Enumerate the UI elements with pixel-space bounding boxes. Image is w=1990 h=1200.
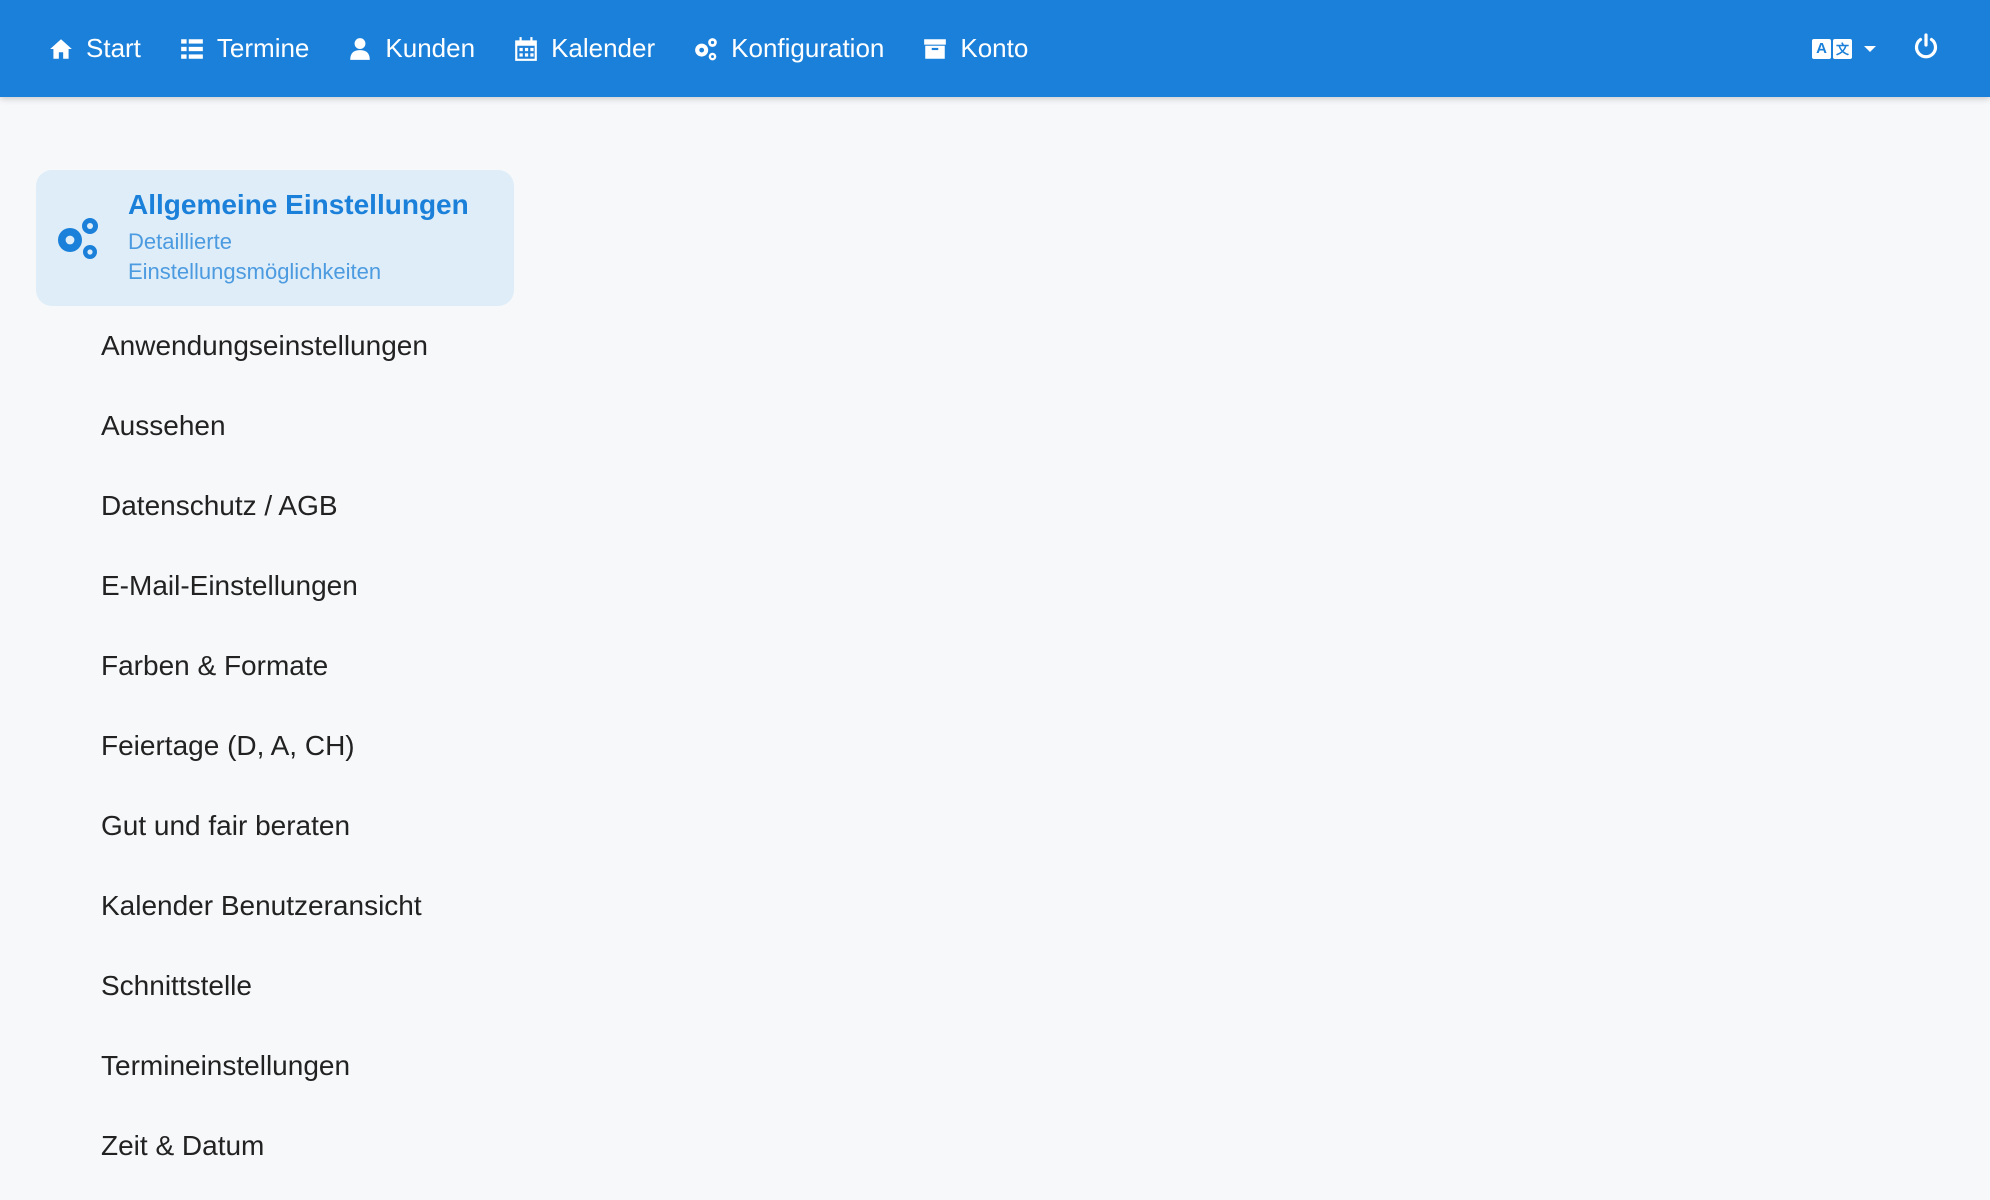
nav-kalender[interactable]: Kalender (511, 33, 655, 64)
sidebar-item-zeit-datum[interactable]: Zeit & Datum (36, 1106, 514, 1186)
active-card-text: Allgemeine Einstellungen Detaillierte Ei… (128, 189, 469, 287)
nav-start[interactable]: Start (46, 33, 141, 64)
nav-kunden-label: Kunden (385, 33, 476, 63)
cogs-icon (54, 214, 102, 262)
active-card-subtitle: Detaillierte Einstellungsmöglichkeiten (128, 229, 382, 284)
nav-konto[interactable]: Konto (920, 33, 1028, 64)
sidebar-item-email-einstellungen[interactable]: E-Mail-Einstellungen (36, 546, 514, 626)
settings-sidebar: Allgemeine Einstellungen Detaillierte Ei… (36, 170, 514, 1186)
sidebar-item-feiertage[interactable]: Feiertage (D, A, CH) (36, 706, 514, 786)
sidebar-item-gut-und-fair-beraten[interactable]: Gut und fair beraten (36, 786, 514, 866)
nav-termine-label: Termine (216, 33, 310, 63)
cogs-icon (691, 34, 721, 64)
language-dropdown[interactable]: A文 (1812, 38, 1876, 60)
nav-konto-label: Konto (960, 33, 1029, 63)
sidebar-item-farben-formate[interactable]: Farben & Formate (36, 626, 514, 706)
logout-button[interactable] (1912, 32, 1940, 65)
nav-termine[interactable]: Termine (177, 33, 309, 64)
active-card-title: Allgemeine Einstellungen (128, 189, 469, 220)
nav-konfiguration-label: Konfiguration (731, 33, 885, 63)
settings-menu: Anwendungseinstellungen Aussehen Datenschu… (36, 306, 514, 1186)
calendar-icon (511, 34, 541, 64)
chevron-down-icon (1864, 45, 1876, 52)
user-icon (345, 34, 375, 64)
sidebar-item-datenschutz-agb[interactable]: Datenschutz / AGB (36, 466, 514, 546)
nav-kalender-label: Kalender (551, 33, 656, 63)
nav-start-label: Start (86, 33, 141, 63)
sidebar-active-general-settings[interactable]: Allgemeine Einstellungen Detaillierte Ei… (36, 170, 514, 306)
archive-icon (920, 34, 950, 64)
top-navbar: Start Termine Kunden Kalender Konfigurat… (0, 0, 1990, 97)
translate-icon: A文 (1812, 38, 1854, 60)
list-icon (177, 34, 207, 64)
sidebar-item-schnittstelle[interactable]: Schnittstelle (36, 946, 514, 1026)
power-icon (1912, 33, 1940, 64)
sidebar-item-aussehen[interactable]: Aussehen (36, 386, 514, 466)
nav-kunden[interactable]: Kunden (345, 33, 475, 64)
sidebar-item-kalender-benutzeransicht[interactable]: Kalender Benutzeransicht (36, 866, 514, 946)
sidebar-item-termineinstellungen[interactable]: Termineinstellungen (36, 1026, 514, 1106)
nav-konfiguration[interactable]: Konfiguration (691, 33, 884, 64)
header-tools: A文 (1812, 0, 1940, 97)
sidebar-item-anwendungseinstellungen[interactable]: Anwendungseinstellungen (36, 306, 514, 386)
home-icon (46, 34, 76, 64)
